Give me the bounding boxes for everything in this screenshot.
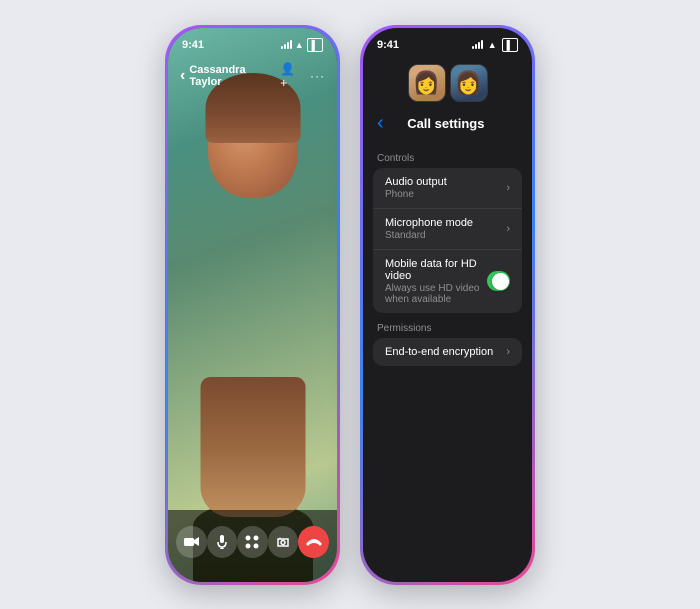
battery-icon: ▌ bbox=[307, 38, 323, 52]
mobile-data-left: Mobile data for HD video Always use HD v… bbox=[385, 258, 487, 305]
video-background bbox=[168, 28, 337, 582]
time-right: 9:41 bbox=[377, 39, 399, 51]
status-icons-right: ▲ ▌ bbox=[472, 38, 518, 52]
audio-output-chevron: › bbox=[506, 182, 510, 194]
end-call-button[interactable] bbox=[298, 526, 329, 558]
avatar-1: 👩 bbox=[408, 64, 446, 102]
settings-screen: 9:41 ▲ ▌ 👩 👩 ‹ Call settings bbox=[363, 28, 532, 582]
call-avatars: 👩 👩 bbox=[363, 56, 532, 108]
hair-long bbox=[200, 377, 305, 517]
time-left: 9:41 bbox=[182, 39, 204, 51]
settings-content: Controls Audio output Phone › Microphone… bbox=[363, 143, 532, 582]
add-person-icon[interactable]: 👤+ bbox=[280, 62, 302, 90]
microphone-mode-row[interactable]: Microphone mode Standard › bbox=[373, 209, 522, 250]
mobile-data-row[interactable]: Mobile data for HD video Always use HD v… bbox=[373, 250, 522, 313]
effects-button[interactable] bbox=[237, 526, 268, 558]
encryption-chevron: › bbox=[506, 346, 510, 358]
status-bar-left: 9:41 ▲ ▌ bbox=[168, 28, 337, 56]
encryption-title: End-to-end encryption bbox=[385, 346, 493, 358]
controls-group: Audio output Phone › Microphone mode Sta… bbox=[373, 168, 522, 313]
section-label-permissions: Permissions bbox=[363, 313, 532, 338]
camera-button[interactable] bbox=[176, 526, 207, 558]
flip-camera-button[interactable] bbox=[268, 526, 299, 558]
status-icons-left: ▲ ▌ bbox=[281, 38, 323, 52]
call-controls-bar bbox=[168, 510, 337, 582]
more-icon[interactable]: ··· bbox=[310, 69, 325, 83]
settings-title: Call settings bbox=[392, 116, 500, 131]
audio-output-subtitle: Phone bbox=[385, 189, 447, 200]
person-display bbox=[168, 28, 337, 582]
mobile-data-toggle[interactable] bbox=[487, 271, 510, 291]
permissions-group: End-to-end encryption › bbox=[373, 338, 522, 366]
settings-header: ‹ Call settings bbox=[363, 108, 532, 143]
left-phone: 9:41 ▲ ▌ ‹ Cassandra Taylor 👤+ ··· bbox=[165, 25, 340, 585]
mobile-data-subtitle: Always use HD video when available bbox=[385, 283, 487, 305]
caller-info: ‹ Cassandra Taylor bbox=[180, 64, 280, 88]
avatar-2: 👩 bbox=[450, 64, 488, 102]
signal-icon-right bbox=[472, 40, 483, 49]
section-label-controls: Controls bbox=[363, 143, 532, 168]
microphone-mode-left: Microphone mode Standard bbox=[385, 217, 473, 241]
wifi-icon-right: ▲ bbox=[488, 40, 497, 50]
microphone-mode-chevron: › bbox=[506, 223, 510, 235]
call-actions: 👤+ ··· bbox=[280, 62, 325, 90]
encryption-left: End-to-end encryption bbox=[385, 346, 493, 358]
right-phone: 9:41 ▲ ▌ 👩 👩 ‹ Call settings bbox=[360, 25, 535, 585]
audio-output-title: Audio output bbox=[385, 176, 447, 188]
microphone-mode-title: Microphone mode bbox=[385, 217, 473, 229]
audio-output-row[interactable]: Audio output Phone › bbox=[373, 168, 522, 209]
mic-button[interactable] bbox=[207, 526, 238, 558]
battery-icon-right: ▌ bbox=[502, 38, 518, 52]
back-chevron[interactable]: ‹ bbox=[180, 67, 185, 85]
signal-icon bbox=[281, 40, 292, 49]
left-phone-inner: 9:41 ▲ ▌ ‹ Cassandra Taylor 👤+ ··· bbox=[168, 28, 337, 582]
wifi-icon: ▲ bbox=[295, 40, 304, 50]
status-bar-right: 9:41 ▲ ▌ bbox=[363, 28, 532, 56]
call-header: ‹ Cassandra Taylor 👤+ ··· bbox=[168, 56, 337, 96]
mobile-data-title: Mobile data for HD video bbox=[385, 258, 487, 282]
microphone-mode-subtitle: Standard bbox=[385, 230, 473, 241]
back-button[interactable]: ‹ bbox=[377, 112, 384, 135]
encryption-row[interactable]: End-to-end encryption › bbox=[373, 338, 522, 366]
caller-name: Cassandra Taylor bbox=[189, 64, 280, 88]
audio-output-left: Audio output Phone bbox=[385, 176, 447, 200]
